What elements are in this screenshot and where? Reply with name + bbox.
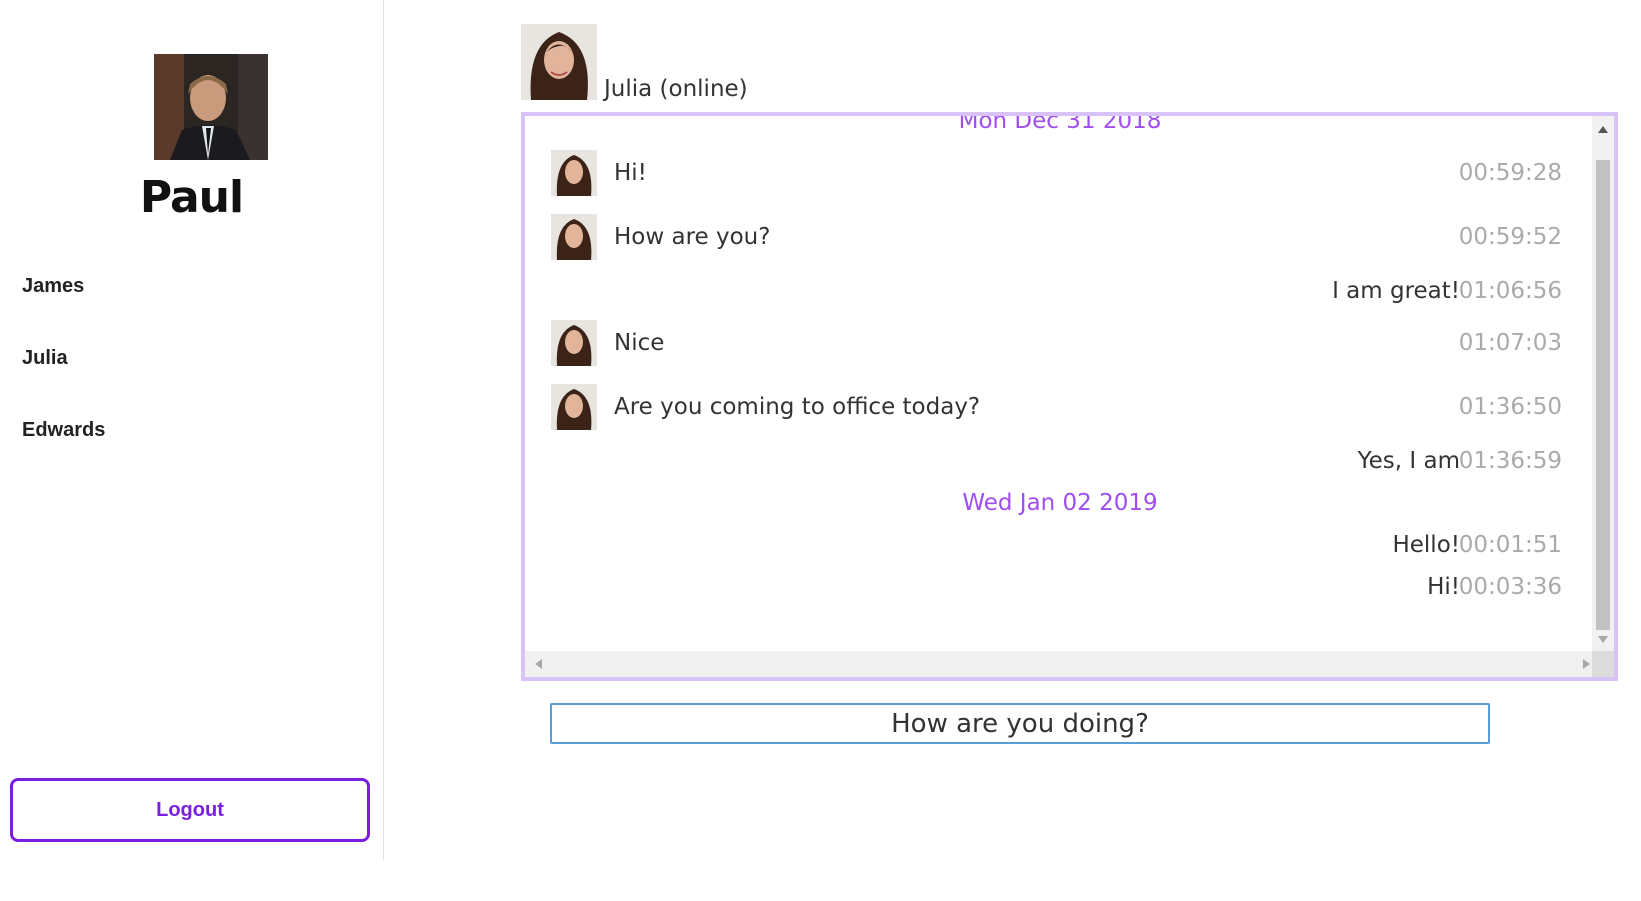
sidebar: Paul James Julia Edwards Logout	[0, 0, 384, 860]
message-avatar	[551, 150, 597, 196]
message-text: I am great!	[1332, 278, 1460, 304]
user-name: Paul	[139, 172, 244, 223]
message-text: Hi!	[1427, 574, 1460, 600]
date-separator: Mon Dec 31 2018	[958, 112, 1162, 134]
scroll-right-arrow-icon[interactable]	[1583, 659, 1590, 669]
contact-julia[interactable]: Julia	[22, 347, 68, 370]
message-time: 00:01:51	[1458, 532, 1562, 558]
contact-edwards[interactable]: Edwards	[22, 419, 105, 442]
message-time: 00:03:36	[1458, 574, 1562, 600]
scrollbar-thumb[interactable]	[1596, 160, 1610, 630]
message-time: 01:36:50	[1458, 394, 1562, 420]
message-text: Yes, I am	[1357, 448, 1460, 474]
message-text: Are you coming to office today?	[614, 394, 981, 420]
scrollbar-corner	[1592, 651, 1614, 677]
vertical-scrollbar[interactable]	[1592, 116, 1614, 651]
scroll-down-arrow-icon[interactable]	[1598, 636, 1608, 643]
date-separator: Wed Jan 02 2019	[962, 490, 1158, 516]
chat-header-title: Julia (online)	[604, 76, 748, 102]
horizontal-scrollbar[interactable]	[525, 651, 1600, 677]
message-avatar	[551, 320, 597, 366]
peer-avatar	[521, 24, 597, 100]
message-time: 01:07:03	[1458, 330, 1562, 356]
message-text: Hello!	[1392, 532, 1460, 558]
logout-button[interactable]: Logout	[10, 778, 370, 842]
message-text: Hi!	[614, 160, 647, 186]
user-avatar	[154, 54, 268, 160]
message-avatar	[551, 384, 597, 430]
scroll-left-arrow-icon[interactable]	[535, 659, 542, 669]
message-input[interactable]	[550, 703, 1490, 744]
message-time: 01:06:56	[1458, 278, 1562, 304]
message-avatar	[551, 214, 597, 260]
chat-messages-panel[interactable]: Mon Dec 31 2018 Hi! 00:59:28 How are you…	[521, 112, 1618, 681]
scroll-up-arrow-icon[interactable]	[1598, 126, 1608, 133]
contact-james[interactable]: James	[22, 275, 84, 298]
message-text: How are you?	[614, 224, 771, 250]
message-time: 00:59:52	[1458, 224, 1562, 250]
message-time: 00:59:28	[1458, 160, 1562, 186]
message-time: 01:36:59	[1458, 448, 1562, 474]
message-text: Nice	[614, 330, 665, 356]
